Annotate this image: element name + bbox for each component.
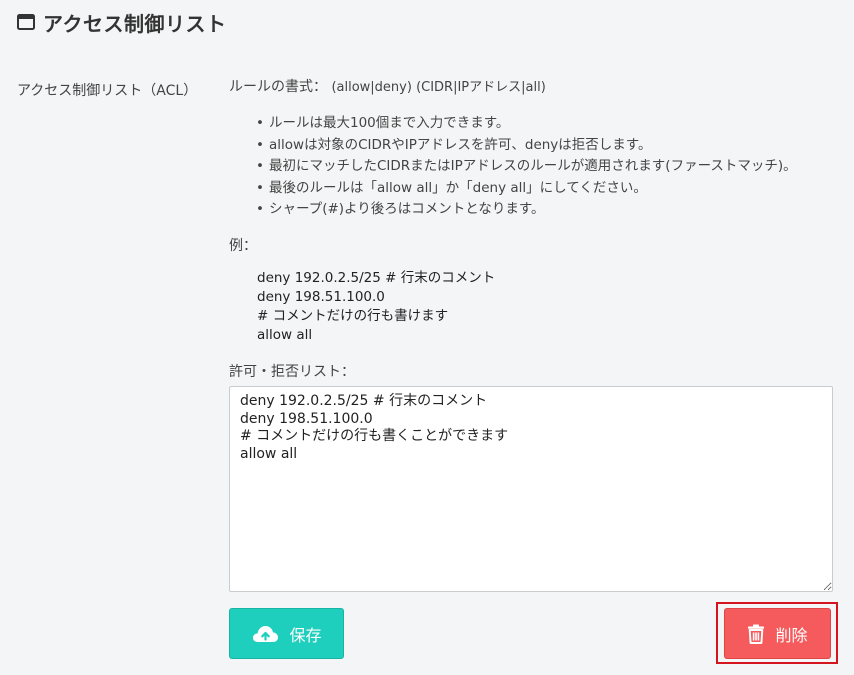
acl-help: ルールの書式： (allow|deny) (CIDR|IPアドレス|all) ル… <box>229 76 835 383</box>
page-header: アクセス制御リスト <box>17 8 227 36</box>
page: アクセス制御リスト アクセス制御リスト（ACL） ルールの書式： (allow|… <box>0 0 854 675</box>
example-line: deny 198.51.100.0 <box>257 288 385 305</box>
window-icon <box>17 13 35 31</box>
delete-button-label: 削除 <box>775 627 808 645</box>
example-block: deny 192.0.2.5/25 # 行末のコメント deny 198.51.… <box>229 269 835 345</box>
delete-button[interactable]: 削除 <box>724 608 831 659</box>
format-line: ルールの書式： (allow|deny) (CIDR|IPアドレス|all) <box>229 76 835 99</box>
save-button-label: 保存 <box>289 627 322 645</box>
cloud-upload-icon <box>251 624 279 644</box>
example-line: deny 192.0.2.5/25 # 行末のコメント <box>257 269 496 286</box>
format-syntax: (allow|deny) (CIDR|IPアドレス|all) <box>331 80 546 95</box>
example-line: allow all <box>257 326 313 343</box>
list-item: 最初にマッチしたCIDRまたはIPアドレスのルールが適用されます(ファーストマッ… <box>256 156 835 178</box>
acl-field-label: アクセス制御リスト（ACL） <box>17 83 198 99</box>
format-label: ルールの書式： <box>229 79 327 95</box>
example-line: # コメントだけの行も書けます <box>257 307 449 324</box>
trash-icon <box>747 624 765 644</box>
acl-list-label: 許可・拒否リスト： <box>229 363 355 380</box>
list-item: シャープ(#)より後ろはコメントとなります。 <box>256 199 835 221</box>
list-item: allowは対象のCIDRやIPアドレスを許可、denyは拒否します。 <box>256 135 835 157</box>
page-title: アクセス制御リスト <box>43 11 227 36</box>
rules-list: ルールは最大100個まで入力できます。 allowは対象のCIDRやIPアドレス… <box>229 113 835 221</box>
list-item: 最後のルールは「allow all」か「deny all」にしてください。 <box>256 178 835 200</box>
list-item: ルールは最大100個まで入力できます。 <box>256 113 835 135</box>
save-button[interactable]: 保存 <box>229 608 344 659</box>
example-label: 例： <box>229 237 257 254</box>
acl-list-textarea[interactable]: deny 192.0.2.5/25 # 行末のコメント deny 198.51.… <box>229 386 833 592</box>
